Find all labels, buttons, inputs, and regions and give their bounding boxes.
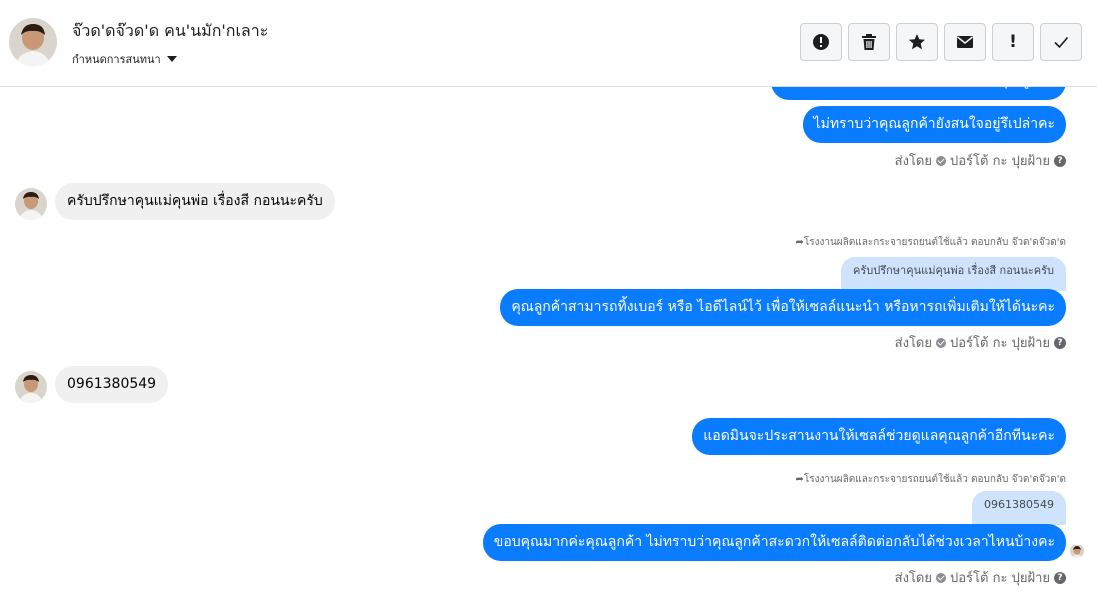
reply-context-text: โรงงานผลิตและกระจายรถยนต์ใช้แล้ว ตอบกลับ… <box>803 237 1066 248</box>
verified-check-icon <box>936 572 946 583</box>
incoming-message[interactable]: ครับปรึกษาคุนแม่คุนพ่อ เรื่องสี กอนนะครั… <box>55 183 335 220</box>
sent-by-info: ส่งโดย ปอร์โต้ กะ ปุยฝ้าย ? <box>895 567 1066 588</box>
verified-check-icon <box>936 155 946 166</box>
mark-done-button[interactable] <box>1040 23 1082 61</box>
reply-arrow-icon: ➦ <box>795 237 804 248</box>
contact-name[interactable]: จ๊วด'ดจ๊วด'ด คน'นมัก'กเลาะ <box>72 19 268 44</box>
outgoing-message[interactable]: แอดมินจะประสานงานให้เซลล์ช่วยดูแลคุณลูกค… <box>692 418 1066 455</box>
conversation-settings-label: กำหนดการสนทนา <box>72 53 161 66</box>
message-thread[interactable]: ทำที่นี่มีรายได้ไม่ได้ค่ะ แต่ได้รับเรื่อ… <box>0 87 1097 604</box>
help-icon[interactable]: ? <box>1054 336 1066 349</box>
help-icon[interactable]: ? <box>1054 154 1066 167</box>
sender-name[interactable]: ปอร์โต้ กะ ปุยฝ้าย <box>950 567 1050 588</box>
sent-by-label: ส่งโดย <box>894 154 932 169</box>
sent-by-label: ส่งโดย <box>894 571 932 586</box>
outgoing-message[interactable]: ทำที่นี่มีรายได้ไม่ได้ค่ะ แต่ได้รับเรื่อ… <box>770 87 1066 100</box>
sender-name[interactable]: ปอร์โต้ กะ ปุยฝ้าย <box>950 332 1050 353</box>
conversation-toolbar: ! <box>800 23 1082 61</box>
reply-context: ➦โรงงานผลิตและกระจายรถยนต์ใช้แล้ว ตอบกลั… <box>795 235 1066 250</box>
trash-icon <box>862 34 876 50</box>
caret-down-icon <box>166 56 177 62</box>
quoted-message[interactable]: 0961380549 <box>972 491 1066 525</box>
seen-indicator-avatar <box>1070 544 1084 558</box>
star-button[interactable] <box>896 23 938 61</box>
sender-name[interactable]: ปอร์โต้ กะ ปุยฝ้าย <box>950 150 1050 171</box>
outgoing-message[interactable]: ขอบคุณมากค่ะคุณลูกค้า ไม่ทราบว่าคุณลูกค้… <box>482 524 1066 561</box>
contact-avatar-small[interactable] <box>15 188 47 220</box>
exclamation-icon: ! <box>1009 32 1017 52</box>
contact-avatar[interactable] <box>9 18 57 66</box>
check-icon <box>1054 36 1069 49</box>
help-icon[interactable]: ? <box>1054 571 1066 584</box>
quoted-message[interactable]: ครับปรึกษาคุนแม่คุนพ่อ เรื่องสี กอนนะครั… <box>841 257 1066 291</box>
conversation-settings-menu[interactable]: กำหนดการสนทนา <box>72 50 177 68</box>
contact-avatar-small[interactable] <box>15 371 47 403</box>
sent-by-info: ส่งโดย ปอร์โต้ กะ ปุยฝ้าย ? <box>895 332 1066 353</box>
outgoing-message[interactable]: คุณลูกค้าสามารถทิ้งเบอร์ หรือ ไอดีไลน์ไว… <box>500 289 1066 326</box>
reply-context-text: โรงงานผลิตและกระจายรถยนต์ใช้แล้ว ตอบกลับ… <box>803 474 1066 485</box>
verified-check-icon <box>936 337 946 348</box>
incoming-message[interactable]: 0961380549 <box>55 366 169 403</box>
conversation-header: จ๊วด'ดจ๊วด'ด คน'นมัก'กเลาะ กำหนดการสนทนา <box>0 0 1097 87</box>
reply-arrow-icon: ➦ <box>795 474 804 485</box>
delete-button[interactable] <box>848 23 890 61</box>
sent-by-info: ส่งโดย ปอร์โต้ กะ ปุยฝ้าย ? <box>895 150 1066 171</box>
mark-unread-button[interactable] <box>944 23 986 61</box>
envelope-icon <box>957 36 973 48</box>
report-button[interactable] <box>800 23 842 61</box>
sent-by-label: ส่งโดย <box>894 336 932 351</box>
important-button[interactable]: ! <box>992 23 1034 61</box>
alert-circle-icon <box>813 34 829 50</box>
star-icon <box>909 34 925 50</box>
reply-context: ➦โรงงานผลิตและกระจายรถยนต์ใช้แล้ว ตอบกลั… <box>795 472 1066 487</box>
outgoing-message[interactable]: ไม่ทราบว่าคุณลูกค้ายังสนใจอยู่รึเปล่าคะ <box>802 106 1066 143</box>
